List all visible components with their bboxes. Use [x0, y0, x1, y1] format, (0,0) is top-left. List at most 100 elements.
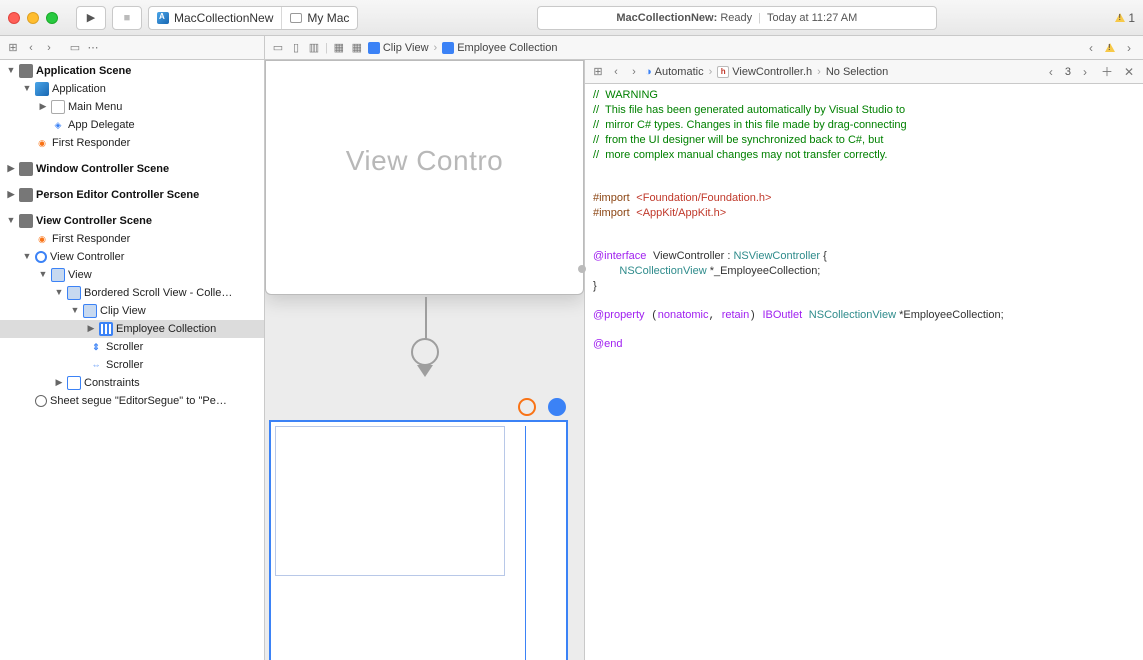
scene-icon — [19, 64, 33, 78]
scene-icon — [19, 162, 33, 176]
crumb-clip-view: Clip View — [383, 42, 429, 54]
outline-row-scroller[interactable]: ⇕Scroller — [0, 338, 264, 356]
destination-name: My Mac — [307, 11, 349, 25]
folder-icon[interactable]: ▭ — [68, 41, 82, 55]
warnings-count: 1 — [1128, 11, 1135, 25]
activity-time: Today at 11:27 AM — [767, 12, 857, 24]
app-icon — [35, 82, 49, 96]
interface-builder-canvas[interactable]: View Contro — [265, 60, 585, 660]
nav-back-button[interactable]: ‹ — [609, 65, 623, 79]
counterpart-count: 3 — [1065, 66, 1071, 78]
editor-jumpbar: ⊞ ‹ › ◑ Automatic › h ViewController.h ›… — [585, 60, 1143, 84]
view-icon — [51, 268, 65, 282]
view-controller-icon — [35, 251, 47, 263]
editor-breadcrumb[interactable]: ◑ Automatic › h ViewController.h › No Se… — [645, 66, 888, 78]
monitor-icon — [290, 13, 302, 23]
close-assistant-button[interactable]: ✕ — [1121, 64, 1137, 80]
warnings-indicator[interactable]: 1 — [1115, 11, 1135, 25]
outline-section[interactable]: ▼Application Scene — [0, 62, 264, 80]
collection-view-icon — [99, 322, 113, 336]
stop-button[interactable]: ■ — [112, 6, 142, 30]
run-button[interactable]: ▶ — [76, 6, 106, 30]
outline-row-clip-view[interactable]: ▼Clip View — [0, 302, 264, 320]
outline-row-view[interactable]: ▼View — [0, 266, 264, 284]
issue-next-button[interactable]: › — [1121, 40, 1137, 56]
outline-toggle-icon[interactable]: ▭ — [271, 41, 285, 55]
collection-column-guide — [525, 426, 526, 660]
segue-handle[interactable] — [411, 338, 439, 366]
outline-row-view-controller[interactable]: ▼View Controller — [0, 248, 264, 266]
first-responder-dock-icon[interactable] — [518, 398, 536, 416]
collection-icon — [442, 42, 454, 54]
segue-icon — [35, 395, 47, 407]
close-window-button[interactable] — [8, 12, 20, 24]
scheme-selector[interactable]: MacCollectionNew My Mac — [148, 6, 358, 30]
outline-row-employee-collection[interactable]: ▶Employee Collection — [0, 320, 264, 338]
related-items-icon[interactable]: ⊞ — [6, 41, 20, 55]
outline-section[interactable]: ▶Window Controller Scene — [0, 160, 264, 178]
scroller-icon: ⇕ — [89, 340, 103, 354]
clip-view-icon — [83, 304, 97, 318]
first-responder-icon: ◉ — [35, 136, 49, 150]
list-icon[interactable]: ⋯ — [86, 41, 100, 55]
crumb-automatic: Automatic — [655, 66, 704, 78]
cube-icon: ◈ — [51, 118, 65, 132]
add-assistant-button[interactable]: ＋ — [1099, 64, 1115, 80]
collection-item-prototype[interactable] — [275, 426, 505, 576]
outline-row-first-responder[interactable]: ◉First Responder — [0, 230, 264, 248]
panes-icon[interactable]: ▥ — [307, 41, 321, 55]
collection-view-selection[interactable] — [269, 420, 568, 660]
zoom-window-button[interactable] — [46, 12, 58, 24]
constraints-icon — [67, 376, 81, 390]
issue-prev-button[interactable]: ‹ — [1083, 40, 1099, 56]
outline-row-scroller[interactable]: ⇔Scroller — [0, 356, 264, 374]
crumb-selection: No Selection — [826, 66, 888, 78]
grid-icon-1[interactable]: ▦ — [332, 41, 346, 55]
warning-icon — [1115, 13, 1125, 22]
related-items-icon[interactable]: ⊞ — [591, 65, 605, 79]
nav-forward-button[interactable]: › — [42, 41, 56, 55]
activity-status: Ready — [720, 12, 752, 24]
counterpart-next-button[interactable]: › — [1077, 64, 1093, 80]
traffic-lights — [8, 12, 58, 24]
outline-row-application[interactable]: ▼Application — [0, 80, 264, 98]
warning-icon — [1105, 43, 1115, 52]
header-file-icon: h — [717, 66, 729, 78]
nav-forward-button[interactable]: › — [627, 65, 641, 79]
assistant-editor: ⊞ ‹ › ◑ Automatic › h ViewController.h ›… — [585, 60, 1143, 660]
outline-row-constraints[interactable]: ▶Constraints — [0, 374, 264, 392]
view-controller-dock-icon[interactable] — [548, 398, 566, 416]
nav-back-button[interactable]: ‹ — [24, 41, 38, 55]
grid-icon-2[interactable]: ▦ — [350, 41, 364, 55]
automatic-icon: ◑ — [645, 66, 652, 78]
menu-icon — [51, 100, 65, 114]
navigator-selector-bar: ⊞ ‹ › ▭ ⋯ — [0, 36, 265, 60]
app-icon — [157, 12, 169, 24]
minimize-window-button[interactable] — [27, 12, 39, 24]
scroller-icon: ⇔ — [89, 358, 103, 372]
outline-row-main-menu[interactable]: ▶Main Menu — [0, 98, 264, 116]
scene-title: View Contro — [265, 145, 584, 177]
counterpart-prev-button[interactable]: ‹ — [1043, 64, 1059, 80]
scene-icon — [19, 188, 33, 202]
canvas-breadcrumb[interactable]: Clip View › Employee Collection — [368, 42, 558, 54]
activity-project: MacCollectionNew: — [616, 12, 717, 24]
first-responder-icon: ◉ — [35, 232, 49, 246]
outline-row-segue[interactable]: Sheet segue "EditorSegue" to "Pe… — [0, 392, 264, 410]
outline-row-scroll-view[interactable]: ▼Bordered Scroll View - Colle… — [0, 284, 264, 302]
layout-icon[interactable]: ▯ — [289, 41, 303, 55]
canvas-jumpbar: ▭ ▯ ▥ | ▦ ▦ Clip View › Employee Collect… — [265, 36, 1143, 60]
source-editor[interactable]: // WARNING // This file has been generat… — [585, 84, 1143, 660]
scene-dock — [265, 398, 584, 416]
window-titlebar: ▶ ■ MacCollectionNew My Mac MacCollectio… — [0, 0, 1143, 36]
view-icon — [368, 42, 380, 54]
scene-icon — [19, 214, 33, 228]
outline-row-first-responder[interactable]: ◉First Responder — [0, 134, 264, 152]
outlet-connection-indicator[interactable] — [578, 265, 586, 273]
outline-section[interactable]: ▼View Controller Scene — [0, 212, 264, 230]
outline-row-app-delegate[interactable]: ◈App Delegate — [0, 116, 264, 134]
scroll-view-icon — [67, 286, 81, 300]
view-controller-scene-back — [265, 60, 584, 295]
outline-section[interactable]: ▶Person Editor Controller Scene — [0, 186, 264, 204]
collection-item-row — [275, 572, 505, 576]
